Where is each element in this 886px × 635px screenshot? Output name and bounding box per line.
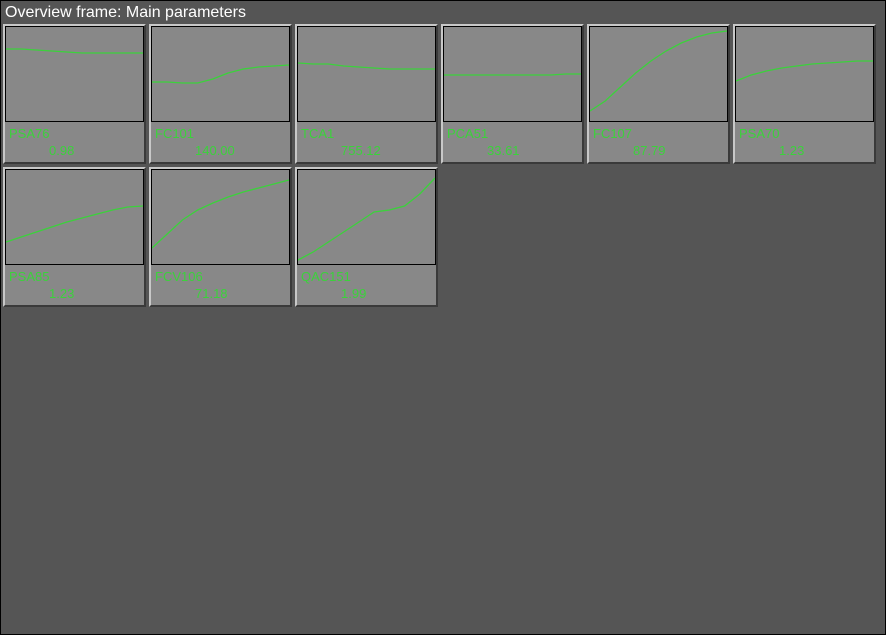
param-value: 0.98 <box>49 143 74 158</box>
param-tile[interactable]: PSA701.23 <box>733 24 876 164</box>
trend-chart <box>735 26 874 122</box>
param-name: QAC151 <box>301 269 351 284</box>
param-tile[interactable]: PSA851.23 <box>3 167 146 307</box>
param-tile[interactable]: TCA1 755.12 <box>295 24 438 164</box>
trend-chart <box>297 169 436 265</box>
param-tile[interactable]: PSA760.98 <box>3 24 146 164</box>
param-value: 87.79 <box>633 143 666 158</box>
param-value: 1.23 <box>49 286 74 301</box>
trend-chart <box>5 169 144 265</box>
param-name: TCA1 <box>301 126 334 141</box>
param-value: 755.12 <box>341 143 381 158</box>
param-name: PCA51 <box>447 126 488 141</box>
param-name: FC101 <box>155 126 194 141</box>
param-value: 71.18 <box>195 286 228 301</box>
trend-chart <box>151 169 290 265</box>
param-value: 1.23 <box>779 143 804 158</box>
param-tile[interactable]: PCA51 33.61 <box>441 24 584 164</box>
param-name: PSA85 <box>9 269 49 284</box>
param-value: 140.00 <box>195 143 235 158</box>
param-name: PSA76 <box>9 126 49 141</box>
overview-frame: Overview frame: Main parameters PSA760.9… <box>0 0 886 635</box>
trend-chart <box>5 26 144 122</box>
param-name: FCV106 <box>155 269 203 284</box>
param-value: 33.61 <box>487 143 520 158</box>
frame-title: Overview frame: Main parameters <box>1 1 885 24</box>
param-tile[interactable]: FCV106 71.18 <box>149 167 292 307</box>
param-tile[interactable]: FC10787.79 <box>587 24 730 164</box>
param-tile[interactable]: QAC151 1.99 <box>295 167 438 307</box>
tile-grid: PSA760.98FC101140.00TCA1755.12PCA5133.61… <box>1 24 885 307</box>
trend-chart <box>443 26 582 122</box>
trend-chart <box>589 26 728 122</box>
param-value: 1.99 <box>341 286 366 301</box>
param-tile[interactable]: FC101140.00 <box>149 24 292 164</box>
param-name: FC107 <box>593 126 632 141</box>
param-name: PSA70 <box>739 126 779 141</box>
trend-chart <box>151 26 290 122</box>
trend-chart <box>297 26 436 122</box>
